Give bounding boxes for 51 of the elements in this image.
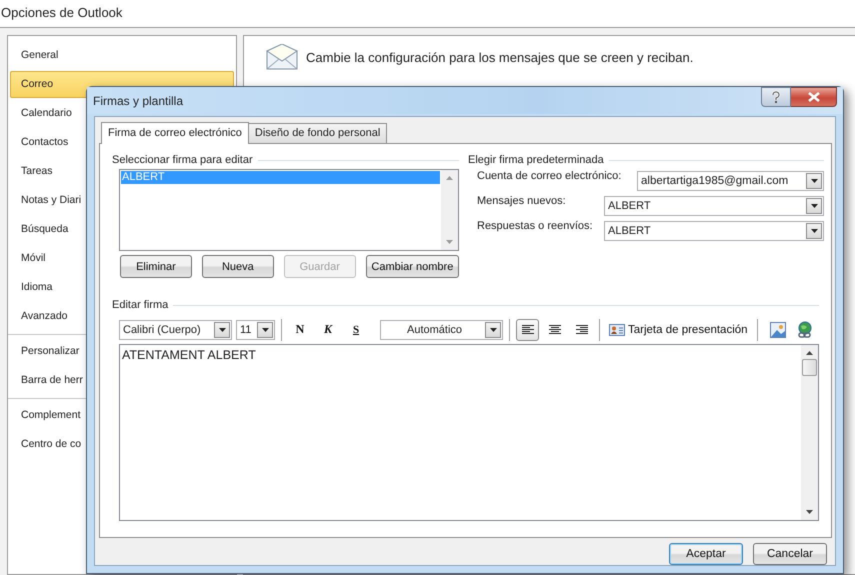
dropdown[interactable]: albertartiga1985@gmail.com — [637, 170, 824, 190]
field-label: Cuenta de correo electrónico: — [477, 169, 622, 183]
group-label: Seleccionar firma para editar — [112, 154, 253, 166]
group-label: Elegir firma predeterminada — [468, 154, 604, 166]
scroll-up-icon — [806, 351, 813, 355]
scroll-up-icon — [446, 176, 453, 180]
scroll-down-icon — [806, 510, 813, 514]
picture-icon[interactable] — [770, 322, 786, 338]
dropdown-arrow-icon — [810, 178, 818, 182]
color-dropdown[interactable]: Automático — [380, 320, 503, 340]
tab[interactable]: Firma de correo electrónico — [101, 122, 249, 144]
dropdown-arrow-icon — [490, 328, 496, 332]
size-dropdown[interactable]: 11 — [236, 320, 275, 340]
scroll-down-icon — [446, 240, 453, 244]
help-icon — [771, 91, 781, 103]
close-button[interactable] — [791, 87, 837, 107]
align-icon — [522, 324, 534, 335]
envelope-icon — [266, 44, 298, 70]
dialog-button[interactable]: Cambiar nombre — [366, 255, 459, 278]
business-card-button[interactable]: Tarjeta de presentación — [606, 324, 751, 336]
scroll-thumb[interactable] — [802, 359, 817, 376]
globe-link-icon[interactable] — [796, 320, 814, 338]
dropdown-arrow-icon — [810, 228, 818, 232]
dialog-button[interactable]: Nueva — [202, 255, 274, 278]
signature-editor[interactable]: ATENTAMENT ALBERT — [119, 344, 819, 521]
format-button[interactable]: S — [347, 320, 365, 340]
align-icon — [576, 324, 588, 335]
align-button[interactable] — [516, 318, 539, 340]
dropdown[interactable]: ALBERT — [604, 220, 824, 240]
font-dropdown[interactable]: Calibri (Cuerpo) — [119, 320, 232, 340]
section-heading: Cambie la configuración para los mensajes que se creen y reciban. — [306, 50, 694, 64]
dropdown-arrow-icon — [218, 328, 226, 332]
tab[interactable]: Diseño de fondo personal — [248, 123, 388, 143]
help-button[interactable] — [761, 87, 791, 107]
dialog-button[interactable]: Cancelar — [753, 543, 827, 565]
dropdown-arrow-icon — [810, 204, 818, 208]
format-button[interactable]: K — [319, 320, 337, 340]
close-icon — [808, 92, 820, 102]
scrollbar[interactable] — [441, 170, 458, 250]
dialog-button[interactable]: Eliminar — [120, 255, 192, 278]
contact-card-icon — [609, 324, 625, 336]
dialog-button[interactable]: Aceptar — [669, 543, 743, 565]
field-label: Respuestas o reenvíos: — [477, 219, 594, 233]
dropdown-arrow-icon — [262, 328, 268, 332]
format-button[interactable]: N — [291, 320, 309, 340]
group-label: Editar firma — [112, 299, 168, 311]
field-label: Mensajes nuevos: — [477, 194, 567, 208]
align-icon — [548, 324, 560, 335]
dropdown[interactable]: ALBERT — [604, 196, 824, 216]
sidebar-item[interactable]: General — [10, 42, 234, 69]
scrollbar[interactable] — [801, 345, 818, 520]
